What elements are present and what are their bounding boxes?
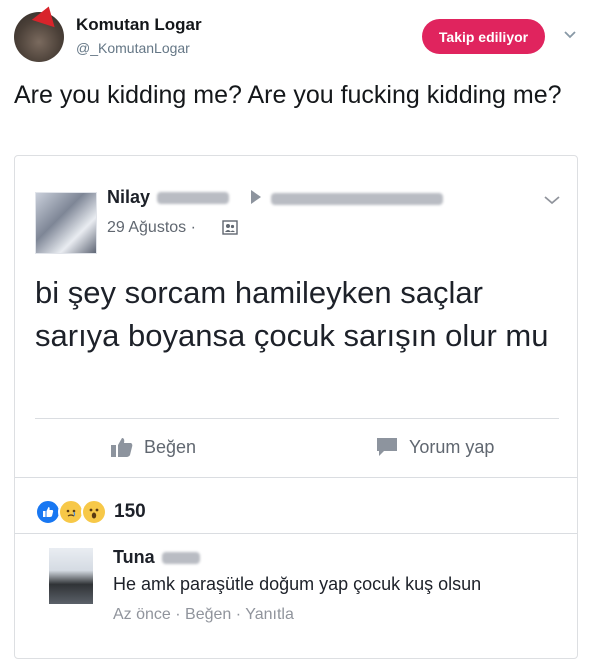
comment-bubble-icon (377, 438, 397, 456)
commenter-avatar[interactable] (49, 548, 93, 604)
friends-icon (222, 220, 238, 235)
tweet-text: Are you kidding me? Are you fucking kidd… (14, 81, 562, 109)
comment-text: He amk paraşütle doğum yap çocuk kuş ols… (113, 574, 482, 594)
post-author-first-name: Nilay (107, 187, 151, 207)
post-author-name[interactable]: Nilay (107, 187, 230, 208)
like-label: Beğen (144, 436, 197, 457)
comment-reply-link[interactable]: Yanıtla (245, 606, 294, 623)
comment-meta: Az önce · Beğen · Yanıtla (113, 606, 294, 624)
following-button[interactable]: Takip ediliyor (422, 19, 545, 54)
profile-avatar[interactable] (14, 2, 64, 62)
blurred-surname (161, 552, 200, 565)
wow-reaction-icon (81, 499, 107, 525)
chevron-down-icon[interactable] (543, 194, 561, 206)
chevron-down-icon[interactable] (563, 28, 577, 42)
divider (15, 477, 577, 478)
comment-label: Yorum yap (409, 436, 495, 457)
post-author-avatar[interactable] (35, 192, 97, 254)
share-to-arrow-icon (251, 190, 261, 204)
embedded-post-card: Nilay 29 Ağustos · bi şey sorcam hamiley… (14, 155, 578, 659)
post-date[interactable]: 29 Ağustos · (107, 219, 196, 237)
blurred-surname (157, 192, 230, 205)
comment-like-link[interactable]: Beğen (185, 606, 231, 623)
like-button[interactable]: Beğen (110, 436, 196, 458)
blurred-group-name (271, 193, 443, 205)
thumbs-up-icon (111, 438, 133, 457)
commenter-name[interactable]: Tuna (113, 547, 200, 568)
meta-separator: · (175, 606, 181, 623)
date-separator: · (190, 219, 196, 236)
user-handle[interactable]: @_KomutanLogar (76, 40, 190, 56)
meta-separator: · (235, 606, 242, 623)
reaction-summary[interactable]: 150 (35, 499, 146, 525)
santa-hat-pompom (52, 6, 60, 14)
divider (35, 418, 559, 419)
divider (15, 533, 577, 534)
post-text: bi şey sorcam hamileyken saçlar sarıya b… (35, 275, 549, 353)
commenter-first-name: Tuna (113, 547, 155, 567)
comment-time[interactable]: Az önce (113, 606, 171, 623)
comment-button[interactable]: Yorum yap (375, 436, 494, 458)
post-date-text: 29 Ağustos (107, 219, 187, 236)
display-name[interactable]: Komutan Logar (76, 15, 202, 35)
reaction-count: 150 (114, 501, 146, 522)
